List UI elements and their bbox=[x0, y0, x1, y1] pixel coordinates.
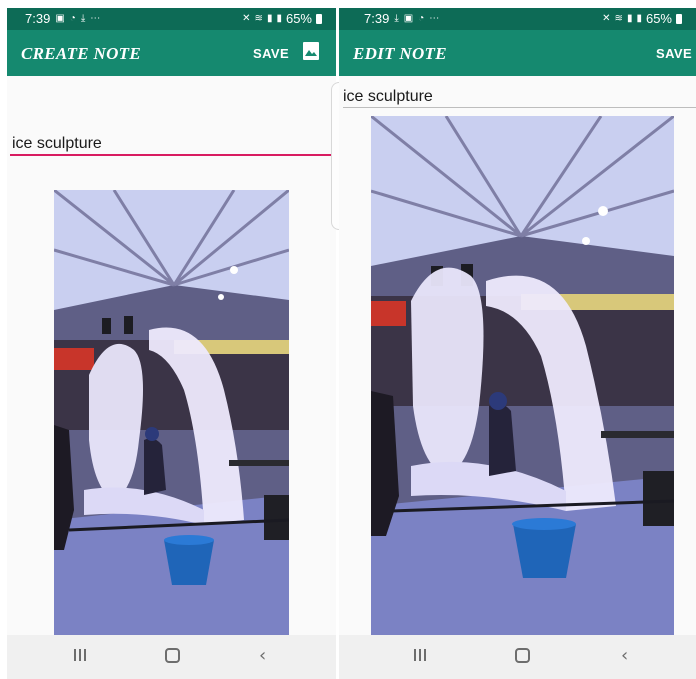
battery-percent: 65% bbox=[285, 11, 312, 26]
ice-sculpture-photo bbox=[371, 116, 674, 639]
gallery-notification-icon: ▣ bbox=[403, 12, 414, 24]
mute-icon: ✕ bbox=[602, 12, 611, 24]
status-time: 7:39 bbox=[364, 11, 390, 26]
download-notification-icon: ⤓ bbox=[80, 12, 86, 24]
signal-icon: ▮ bbox=[266, 12, 273, 24]
signal-icon: ▮ bbox=[626, 12, 633, 24]
wifi-icon: ≋ bbox=[254, 12, 263, 24]
signal-icon-2: ▮ bbox=[636, 12, 642, 24]
gallery-notification-icon: ▣ bbox=[55, 12, 65, 24]
create-note-screen: 7:39 ▣ ◔ ⤓ ⋯ ✕ ≋ ▮ ▮ 65% CREATE NOTE SAV… bbox=[7, 8, 336, 679]
image-icon[interactable] bbox=[303, 42, 319, 60]
back-icon[interactable]: ‹ bbox=[259, 647, 266, 665]
recents-icon[interactable] bbox=[74, 649, 86, 661]
recents-icon[interactable] bbox=[414, 649, 426, 661]
sync-notification-icon: ◔ bbox=[69, 12, 76, 24]
battery-icon bbox=[316, 13, 322, 24]
page-title: EDIT NOTE bbox=[353, 44, 447, 63]
status-bar: 7:39 ▣ ◔ ⤓ ⋯ ✕ ≋ ▮ ▮ 65% bbox=[7, 8, 336, 30]
home-icon[interactable] bbox=[515, 648, 530, 663]
more-notifications-icon: ⋯ bbox=[90, 12, 101, 24]
sync-notification-icon: ◔ bbox=[418, 12, 425, 24]
app-bar: CREATE NOTE SAVE bbox=[7, 30, 336, 76]
save-button[interactable]: SAVE bbox=[656, 46, 692, 61]
note-image[interactable] bbox=[371, 116, 674, 639]
edit-note-screen: 7:39 ⤓ ▣ ◔ ⋯ ✕ ≋ ▮ ▮ 65% EDIT NOTE SAVE … bbox=[339, 8, 696, 679]
page-title: CREATE NOTE bbox=[21, 44, 141, 63]
system-nav-bar: ‹ bbox=[7, 635, 336, 679]
app-bar: EDIT NOTE SAVE bbox=[339, 30, 696, 76]
wifi-icon: ≋ bbox=[614, 12, 623, 24]
download-notification-icon: ⤓ bbox=[394, 12, 399, 24]
note-title-input[interactable]: ice sculpture bbox=[12, 135, 102, 153]
home-icon[interactable] bbox=[165, 648, 180, 663]
save-button[interactable]: SAVE bbox=[253, 46, 289, 61]
system-nav-bar: ‹ bbox=[339, 635, 696, 679]
battery-percent: 65% bbox=[645, 11, 672, 26]
title-underline bbox=[10, 154, 336, 156]
status-bar: 7:39 ⤓ ▣ ◔ ⋯ ✕ ≋ ▮ ▮ 65% bbox=[339, 8, 696, 30]
status-time: 7:39 bbox=[25, 11, 51, 26]
ice-sculpture-photo bbox=[54, 190, 289, 642]
back-icon[interactable]: ‹ bbox=[621, 647, 628, 665]
mute-icon: ✕ bbox=[242, 12, 251, 24]
note-title-input[interactable]: ice sculpture bbox=[343, 88, 433, 106]
battery-icon bbox=[676, 13, 682, 24]
title-underline bbox=[343, 107, 696, 108]
signal-icon-2: ▮ bbox=[276, 12, 282, 24]
more-notifications-icon: ⋯ bbox=[429, 12, 440, 24]
note-image[interactable] bbox=[54, 190, 289, 642]
